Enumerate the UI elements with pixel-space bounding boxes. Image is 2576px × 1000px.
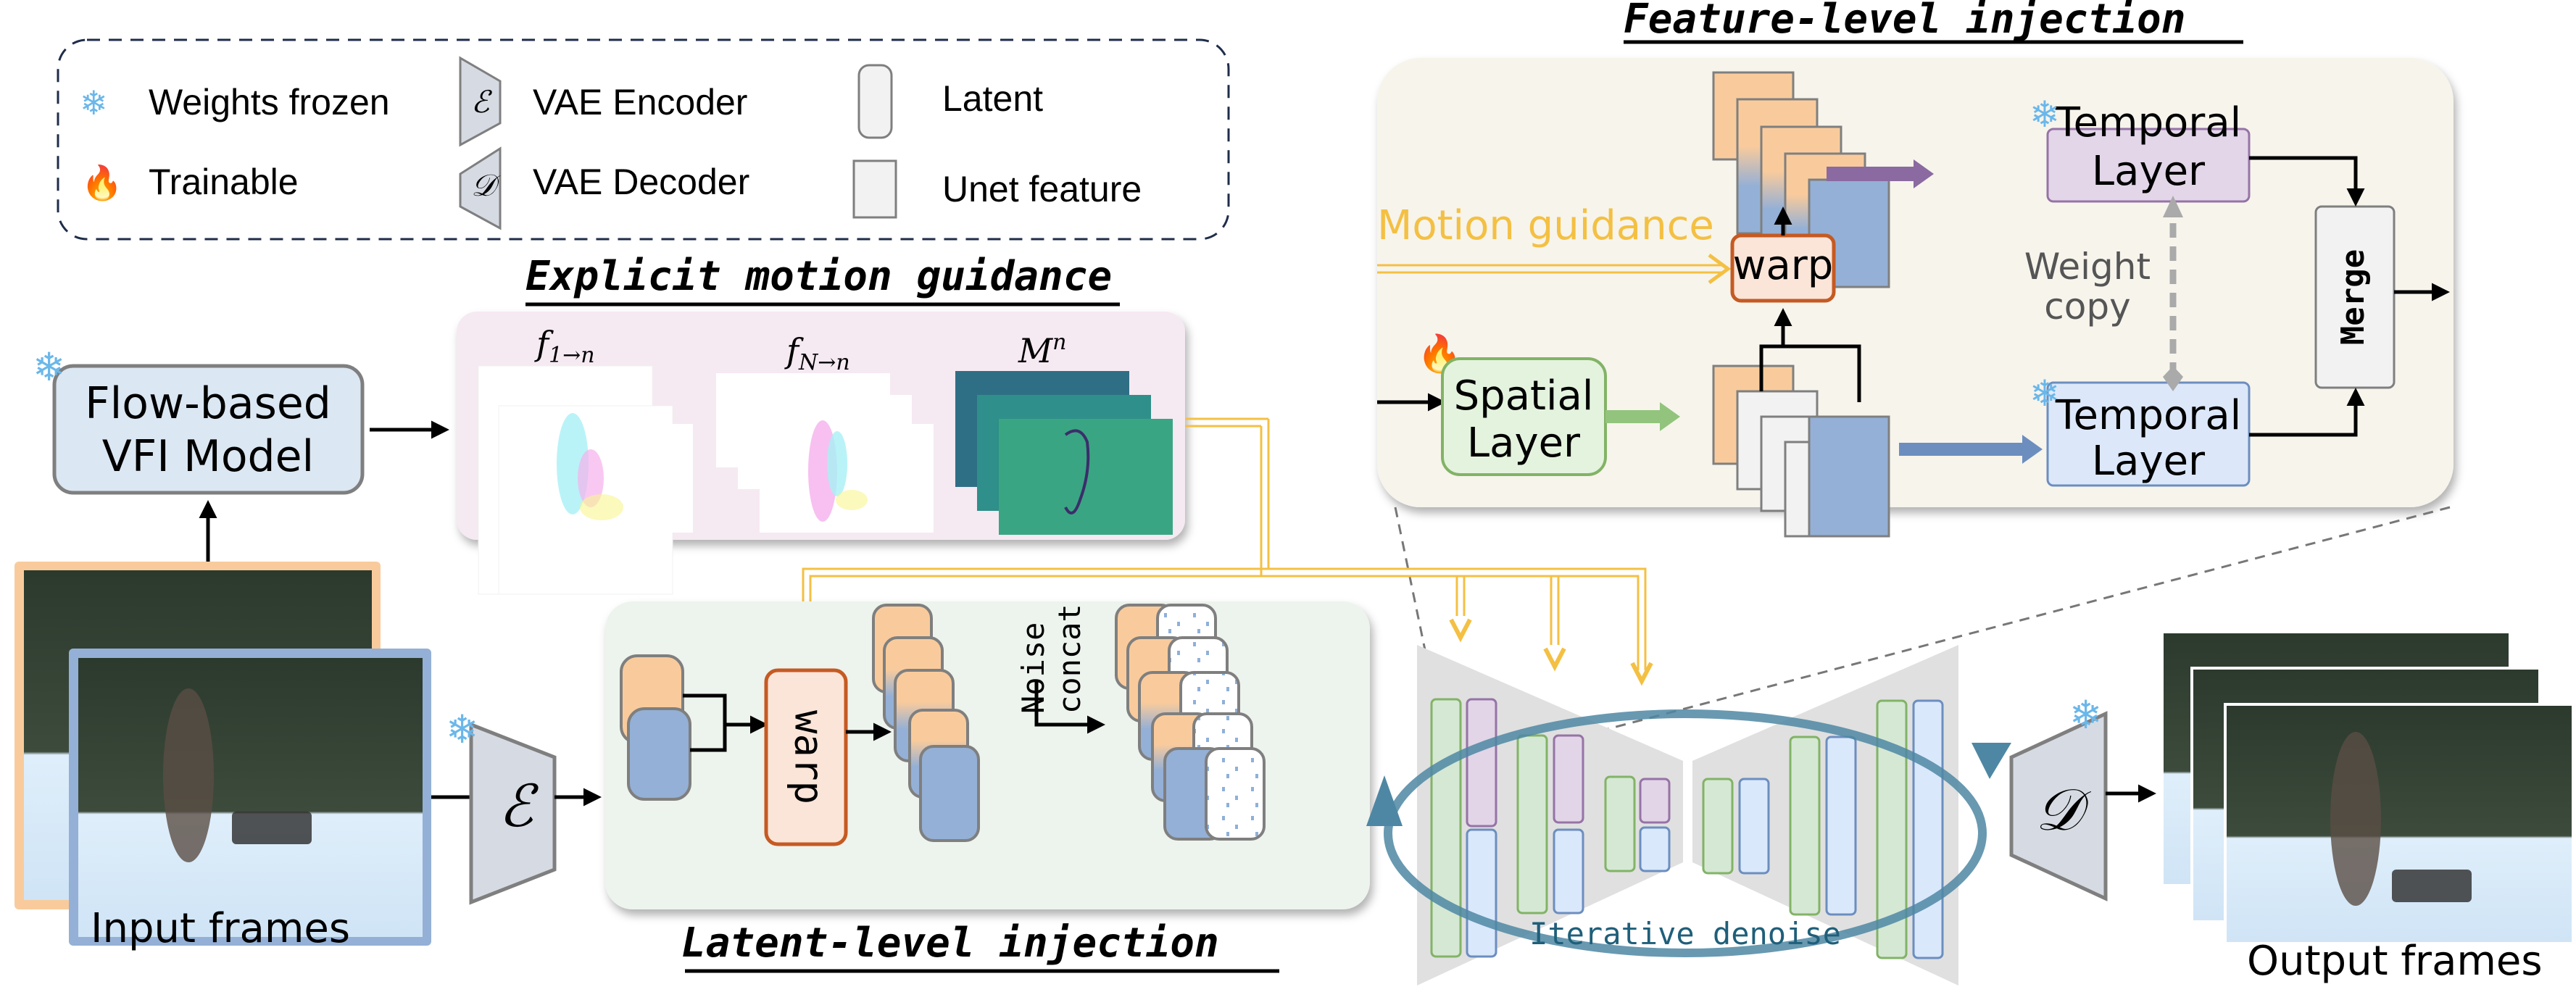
spatial-line1: Spatial — [1454, 372, 1594, 420]
feature-warp-label: warp — [1733, 242, 1834, 289]
output-frame-3 — [2224, 703, 2575, 945]
fire-icon: 🔥 — [81, 164, 122, 202]
latent-frame-2 — [627, 707, 691, 801]
output-frames: Output frames — [2161, 630, 2575, 985]
snowflake-icon: ❄ — [2029, 94, 2060, 135]
iterative-denoise-label: Iterative denoise — [1529, 916, 1841, 951]
output-frames-label: Output frames — [2247, 938, 2543, 985]
vfi-line2: VFI Model — [102, 431, 314, 482]
concat-label: concat — [1052, 604, 1087, 714]
noise-label: Noise — [1015, 622, 1051, 714]
temporal-top-line2: Layer — [2092, 148, 2206, 195]
unet: Iterative denoise — [1366, 645, 2011, 986]
feature-level-title: Feature-level injection — [1624, 0, 2185, 43]
vfi-line1: Flow-based — [85, 378, 331, 429]
latent-level-title: Latent-level injection — [681, 920, 1219, 967]
feature-level-injection: Feature-level injection Temporal Layer ❄… — [1377, 0, 2454, 538]
motion-guidance-label: Motion guidance — [1377, 202, 1714, 249]
temporal-bottom-line2: Layer — [2092, 438, 2206, 485]
latent-rounded-box-icon — [857, 64, 893, 139]
snowflake-icon: ❄ — [2069, 693, 2102, 737]
weight-copy-line2: copy — [2044, 286, 2130, 328]
vae-decoder: 𝒟 ❄ — [2009, 693, 2156, 901]
snowflake-icon: ❄ — [33, 346, 65, 389]
weight-copy-line1: Weight — [2024, 246, 2151, 288]
vfi-model: Flow-based VFI Model ❄ — [33, 346, 449, 562]
input-frames: Input frames — [14, 562, 431, 952]
snowflake-icon: ❄ — [80, 84, 108, 122]
legend-label-unet-feature: Unet feature — [942, 169, 1142, 209]
temporal-bottom-line1: Temporal — [2055, 392, 2241, 439]
snowflake-icon: ❄ — [446, 708, 478, 751]
vae-encoder: ℰ ❄ — [431, 708, 602, 905]
latent-level-injection: warp Noise concat Latent-level injection — [605, 601, 1370, 973]
legend-label-weights-frozen: Weights frozen — [149, 82, 390, 122]
temporal-top-line1: Temporal — [2055, 99, 2241, 146]
legend-label-vae-encoder: VAE Encoder — [533, 82, 747, 122]
legend-label-vae-decoder: VAE Decoder — [533, 162, 749, 202]
legend-label-trainable: Trainable — [149, 162, 299, 202]
loop-arrow-head-right — [1972, 743, 2011, 779]
explicit-motion-guidance: Explicit motion guidance f1→n fN→n Mn — [457, 253, 1268, 595]
snowflake-icon: ❄ — [2029, 373, 2060, 414]
merge-label: Merge — [2335, 249, 2372, 345]
latent-warp-label: warp — [786, 710, 831, 804]
legend: ❄ Weights frozen 🔥 Trainable ℰ VAE Encod… — [57, 38, 1230, 241]
pipeline-diagram: ❄ Weights frozen 🔥 Trainable ℰ VAE Encod… — [14, 0, 2575, 986]
unet-feature-box-icon — [852, 159, 897, 219]
mask-stack — [955, 371, 1173, 535]
legend-label-latent: Latent — [942, 78, 1043, 119]
spatial-line2: Layer — [1467, 420, 1581, 467]
input-frames-label: Input frames — [91, 905, 350, 952]
encoder-symbol: ℰ — [499, 772, 539, 840]
explicit-motion-title: Explicit motion guidance — [525, 253, 1112, 300]
